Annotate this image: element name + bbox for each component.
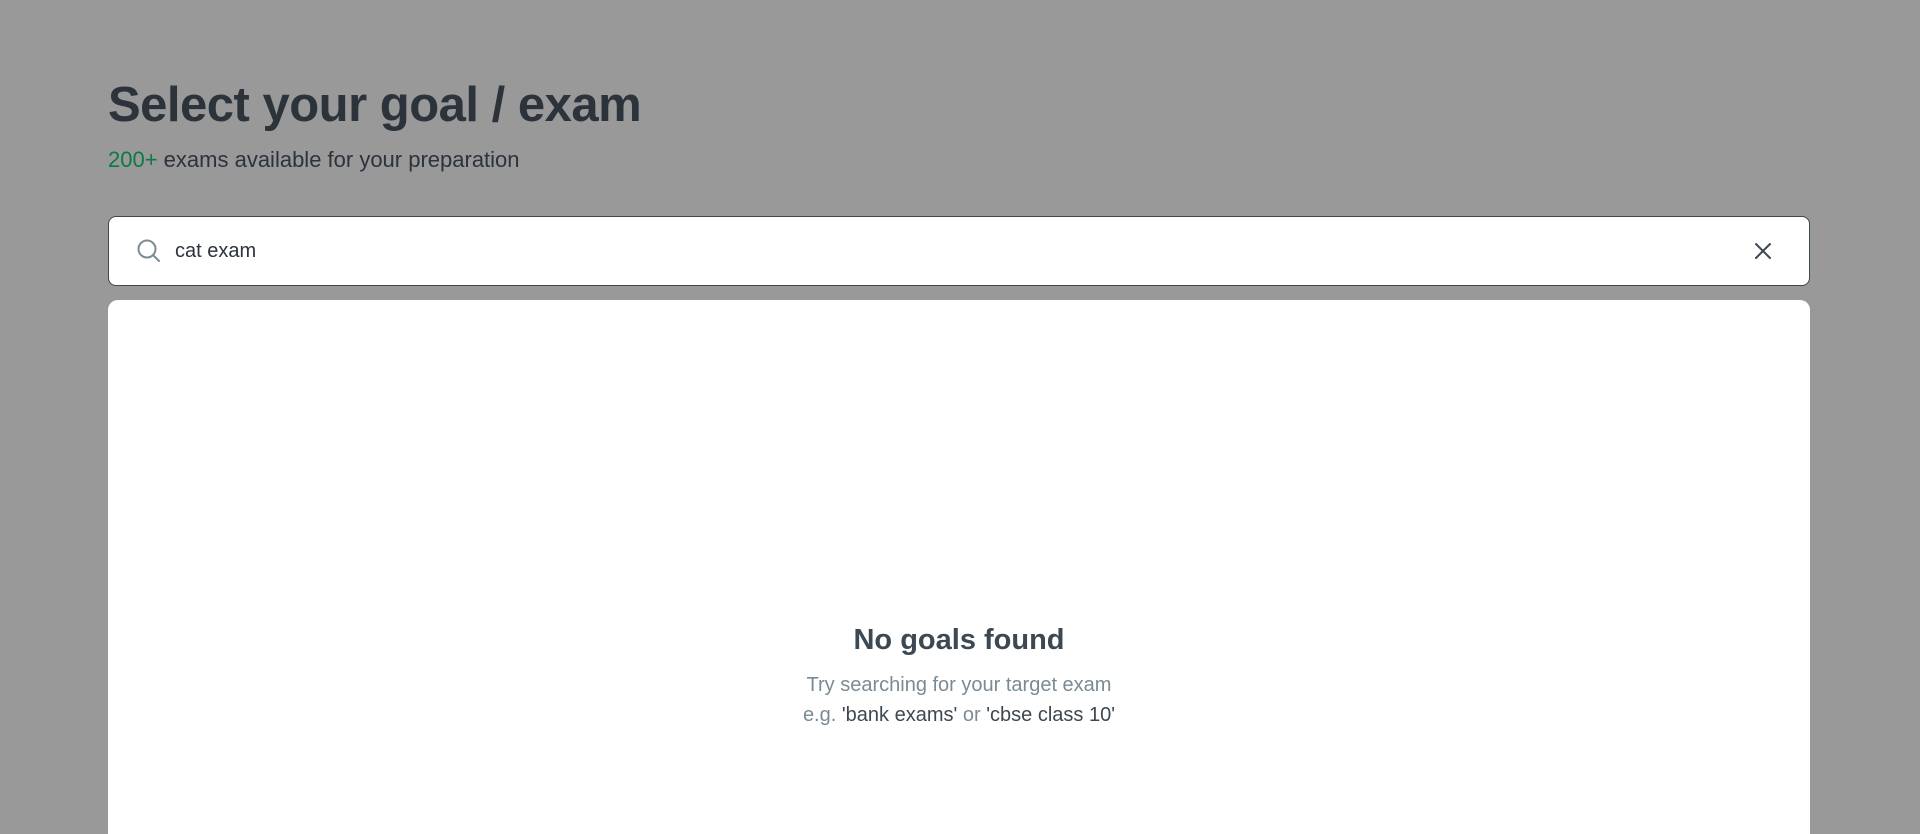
hint-or: or: [957, 704, 987, 726]
search-icon: [135, 237, 163, 265]
search-bar[interactable]: [108, 216, 1810, 286]
example-cbse-class-10: 'cbse class 10': [986, 704, 1116, 726]
clear-search-button[interactable]: [1747, 235, 1779, 267]
subtitle-text: exams available for your preparation: [157, 147, 520, 172]
empty-state-title: No goals found: [853, 624, 1065, 656]
empty-state-hint: Try searching for your target exam e.g. …: [108, 670, 1810, 730]
page-subtitle: 200+ exams available for your preparatio…: [108, 146, 641, 174]
close-icon: [1754, 242, 1772, 260]
empty-state: No goals found Try searching for your ta…: [108, 622, 1810, 730]
page-title: Select your goal / exam: [108, 78, 642, 132]
hint-line-2: e.g. 'bank exams' or 'cbse class 10': [108, 700, 1810, 730]
search-results-panel: No goals found Try searching for your ta…: [108, 300, 1810, 834]
example-bank-exams: 'bank exams': [841, 704, 958, 726]
hint-prefix: e.g.: [802, 704, 842, 726]
hint-line-1: Try searching for your target exam: [806, 674, 1112, 696]
page-header: Select your goal / exam 200+ exams avail…: [108, 76, 642, 174]
exam-count: 200+: [108, 147, 158, 172]
goal-selection-page: Select your goal / exam 200+ exams avail…: [0, 0, 1920, 834]
search-input[interactable]: [175, 231, 1747, 271]
